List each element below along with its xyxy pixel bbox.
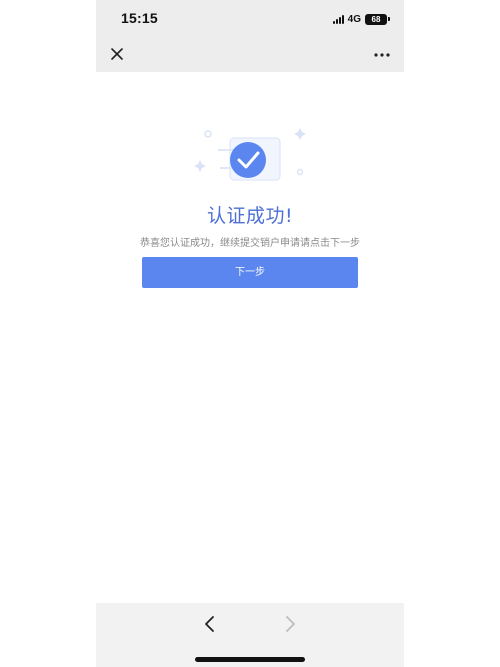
top-bar: 15:15 4G 68 — [96, 0, 404, 72]
bottom-toolbar — [96, 603, 404, 667]
network-label: 4G — [347, 13, 361, 25]
status-time: 15:15 — [121, 10, 158, 26]
phone-screen: 15:15 4G 68 认证成功! 恭喜您认证成功，继续提交销户申请请点击下一步… — [96, 0, 404, 667]
success-check-icon — [190, 124, 310, 188]
success-description: 恭喜您认证成功，继续提交销户申请请点击下一步 — [140, 238, 360, 249]
chevron-right-icon[interactable] — [282, 615, 298, 633]
status-indicators: 4G 68 — [332, 12, 390, 26]
battery-nub — [388, 17, 390, 21]
chevron-left-icon[interactable] — [202, 615, 218, 633]
home-indicator — [195, 657, 305, 662]
next-step-button[interactable]: 下一步 — [142, 257, 358, 288]
signal-icon — [332, 14, 344, 24]
success-title: 认证成功! — [206, 205, 294, 227]
battery-icon: 68 — [365, 13, 387, 25]
more-horizontal-icon[interactable] — [372, 47, 392, 61]
close-icon[interactable] — [108, 45, 126, 63]
